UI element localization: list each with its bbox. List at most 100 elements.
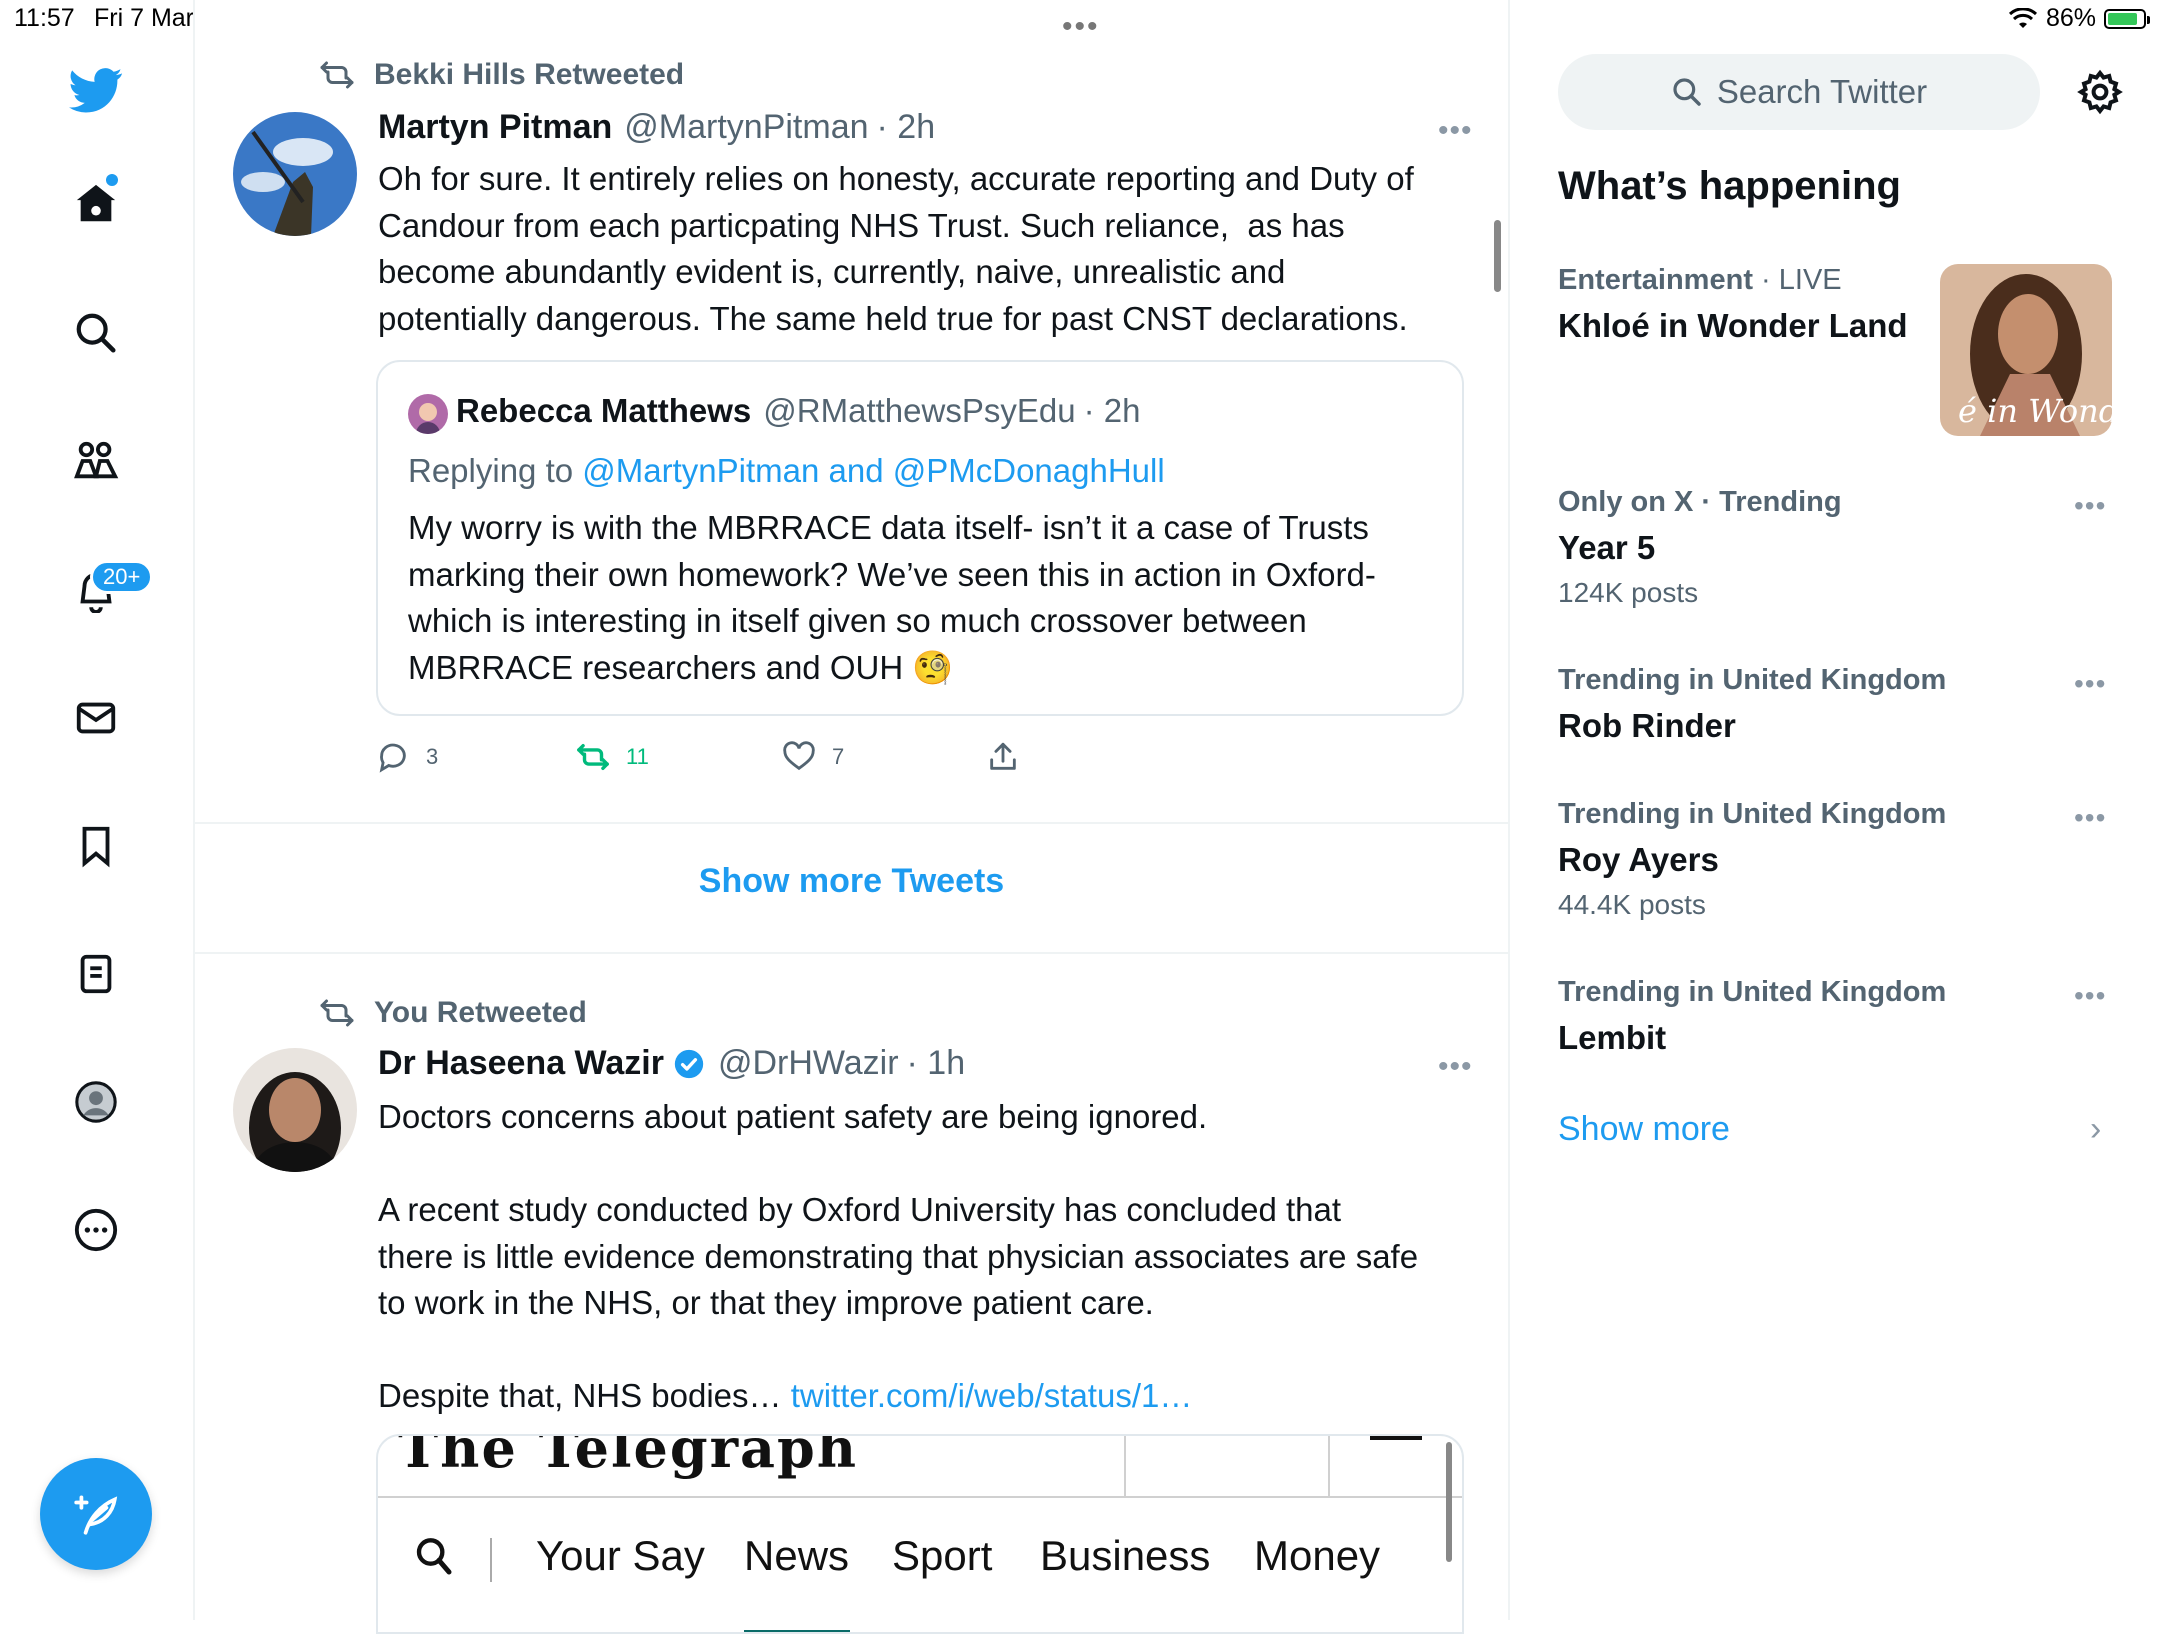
trend-item[interactable]: Trending in United Kingdom Roy Ayers 44.… <box>1558 798 1946 921</box>
notifications-badge: 20+ <box>90 560 154 594</box>
quoted-tweet[interactable]: Rebecca Matthews @RMatthewsPsyEdu · 2h R… <box>376 360 1464 716</box>
retweet-button[interactable]: 11 <box>576 740 649 774</box>
trend-meta: Only on X · Trending <box>1558 486 1842 518</box>
embed-nav-active-indicator <box>744 1630 850 1632</box>
divider <box>195 822 1508 824</box>
bird-icon <box>69 68 123 113</box>
trend-more-button[interactable]: ••• <box>2074 490 2106 522</box>
trend-more-button[interactable]: ••• <box>2074 980 2106 1012</box>
replying-to-handles[interactable]: @MartynPitman and @PMcDonaghHull <box>582 452 1164 489</box>
right-divider <box>1508 0 1510 1620</box>
reply-button[interactable]: 3 <box>376 740 438 774</box>
status-date: Fri 7 Mar <box>94 4 194 32</box>
trend-meta: Trending in United Kingdom <box>1558 798 1947 830</box>
twitter-logo[interactable] <box>68 62 124 118</box>
share-button[interactable] <box>986 740 1020 774</box>
show-more-trends-link[interactable]: Show more <box>1558 1110 1730 1149</box>
embed-nav-money: Money <box>1254 1532 1381 1579</box>
author-handle[interactable]: @DrHWazir <box>718 1044 899 1083</box>
lists-icon[interactable] <box>68 946 124 1002</box>
tweet-header: Dr Haseena Wazir @DrHWazir · 1h <box>378 1044 965 1083</box>
tweet-time[interactable]: · 2h <box>877 108 936 147</box>
trend-name: Year 5 <box>1558 529 1656 566</box>
bookmarks-icon[interactable] <box>68 818 124 874</box>
telegraph-embed[interactable]: The Telegraph Your Say News Sport Busine… <box>376 1434 1464 1634</box>
replying-to-label: Replying to <box>408 452 574 489</box>
embed-nav-sport: Sport <box>892 1532 993 1579</box>
tweet-more-button[interactable]: ••• <box>1438 114 1473 148</box>
multitask-grabber[interactable]: ••• <box>1062 10 1100 44</box>
embed-divider <box>1328 1436 1330 1496</box>
profile-icon[interactable] <box>68 1074 124 1130</box>
communities-icon[interactable] <box>68 433 124 489</box>
trend-item[interactable]: Entertainment · LIVE Khloé in Wonder Lan… <box>1558 264 1908 345</box>
retweet-count: 11 <box>626 744 649 769</box>
trend-live-label: · LIVE <box>1761 264 1842 296</box>
tweet-header: Martyn Pitman @MartynPitman · 2h <box>378 108 935 147</box>
avatar-martyn-pitman[interactable] <box>233 112 357 236</box>
divider <box>195 952 1508 954</box>
trend-count: 124K posts <box>1558 577 1699 608</box>
quote-author-name: Rebecca Matthews <box>456 392 752 429</box>
trend-image[interactable]: é in Wonder l <box>1940 264 2112 436</box>
wifi-icon <box>2008 7 2037 28</box>
tweet-more-button[interactable]: ••• <box>1438 1050 1473 1084</box>
author-name[interactable]: Dr Haseena Wazir <box>378 1044 664 1083</box>
trend-name: Lembit <box>1558 1019 1667 1056</box>
trend-more-button[interactable]: ••• <box>2074 668 2106 700</box>
quote-author-handle: @RMatthewsPsyEdu <box>763 392 1076 429</box>
battery-percent: 86% <box>2045 4 2096 32</box>
embed-nav-your-say: Your Say <box>536 1532 705 1579</box>
search-icon[interactable] <box>68 305 124 361</box>
trend-item[interactable]: Trending in United Kingdom Rob Rinder <box>1558 664 1946 745</box>
show-more-tweets-link[interactable]: Show more Tweets <box>195 862 1508 901</box>
feather-plus-icon <box>74 1495 118 1535</box>
retweet-context: You Retweeted <box>318 996 587 1030</box>
timeline-scrollbar[interactable] <box>1494 220 1501 292</box>
trend-item[interactable]: Trending in United Kingdom Lembit <box>1558 976 1946 1057</box>
tweet-link[interactable]: twitter.com/i/web/status/1… <box>791 1377 1193 1414</box>
embed-nav-news: News <box>744 1532 850 1579</box>
tweet-text: Oh for sure. It entirely relies on hones… <box>378 160 1414 337</box>
messages-icon[interactable] <box>68 690 124 746</box>
quote-time: · 2h <box>1083 392 1141 429</box>
embed-masthead: The Telegraph <box>398 1434 859 1480</box>
embed-nav-separator <box>490 1538 492 1582</box>
quote-text: My worry is with the MBRRACE data itself… <box>408 505 1448 691</box>
home-unread-dot <box>106 174 118 186</box>
tweet-time[interactable]: · 1h <box>907 1044 966 1083</box>
avatar-haseena-wazir[interactable] <box>233 1048 357 1172</box>
trend-name: Rob Rinder <box>1558 707 1736 744</box>
trend-more-button[interactable]: ••• <box>2074 802 2106 834</box>
search-icon <box>416 1538 452 1575</box>
trend-meta: Trending in United Kingdom <box>1558 664 1947 696</box>
trend-count: 44.4K posts <box>1558 889 1706 920</box>
embed-scrollbar <box>1446 1442 1452 1562</box>
menu-bar-icon <box>1370 1436 1422 1440</box>
retweet-icon <box>320 999 354 1027</box>
more-icon[interactable] <box>68 1202 124 1258</box>
settings-gear-icon[interactable] <box>2076 68 2124 116</box>
share-icon <box>990 742 1016 770</box>
trend-meta: Entertainment · LIVE <box>1558 264 1908 297</box>
tweet-text-paragraph-2: A recent study conducted by Oxford Unive… <box>378 1191 1419 1321</box>
status-right: 86% <box>2008 4 2150 33</box>
author-handle[interactable]: @MartynPitman <box>624 108 868 147</box>
search-twitter-input[interactable]: Search Twitter <box>1558 54 2040 130</box>
trend-item[interactable]: Only on X · Trending Year 5 124K posts <box>1558 486 1842 609</box>
trend-meta: Trending in United Kingdom <box>1558 976 1947 1008</box>
like-count: 7 <box>832 744 845 769</box>
compose-tweet-button[interactable] <box>40 1458 152 1570</box>
verified-badge-icon <box>674 1049 704 1078</box>
search-icon <box>1673 78 1701 106</box>
reply-icon <box>379 743 406 773</box>
reply-count: 3 <box>426 744 439 769</box>
chevron-right-icon[interactable]: › <box>2090 1110 2101 1149</box>
retweet-context-label: You Retweeted <box>374 996 587 1029</box>
author-name[interactable]: Martyn Pitman <box>378 108 612 147</box>
heart-icon <box>783 741 815 771</box>
like-button[interactable]: 7 <box>782 740 844 774</box>
whats-happening-title: What’s happening <box>1558 164 1901 208</box>
monocle-face-emoji: 🧐 <box>912 648 954 686</box>
embed-divider <box>1124 1436 1126 1496</box>
